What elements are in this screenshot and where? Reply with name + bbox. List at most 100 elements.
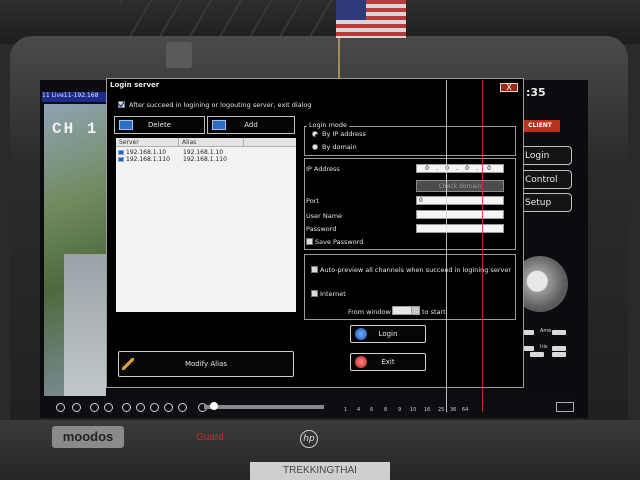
internet-checkbox[interactable] — [311, 290, 318, 297]
ip-segment: 0 — [442, 165, 452, 172]
delete-button[interactable]: Delete — [114, 116, 205, 134]
ptz-label-iris: Iris — [540, 344, 548, 350]
column-divider[interactable] — [178, 138, 179, 147]
by-ip-radio[interactable] — [312, 131, 318, 137]
exit-label: Exit — [381, 358, 395, 366]
exit-button[interactable]: Exit — [350, 353, 426, 371]
ip-segment: 0 — [465, 165, 469, 172]
login-icon — [355, 328, 367, 340]
exit-icon — [355, 356, 367, 368]
ip-address-label: IP Address — [306, 165, 340, 173]
ptz-key[interactable] — [530, 352, 544, 357]
server-icon — [118, 157, 124, 162]
flag-decoration — [336, 0, 406, 38]
column-header-server[interactable]: Server — [119, 139, 139, 146]
side-setup-button[interactable]: Setup — [520, 193, 572, 212]
brand-logo: moodos — [52, 426, 124, 448]
pause-icon[interactable] — [72, 403, 81, 412]
pencil-icon — [122, 358, 134, 370]
ip-segment: 0 — [425, 165, 429, 172]
layout-10[interactable]: 10 — [410, 407, 416, 413]
ip-dot: . — [436, 165, 438, 172]
fullscreen-icon[interactable] — [178, 403, 187, 412]
record-icon[interactable] — [104, 403, 113, 412]
username-input[interactable] — [416, 210, 504, 219]
column-header-alias[interactable]: Alias — [182, 139, 196, 146]
modify-alias-label: Modify Alias — [184, 360, 228, 368]
ptz-key[interactable] — [552, 346, 566, 351]
from-window-label: From window — [348, 308, 391, 316]
add-button[interactable]: Add — [207, 116, 295, 134]
port-label: Port — [306, 197, 319, 205]
flag-pole — [338, 38, 340, 82]
screen-glare-line — [446, 80, 447, 412]
save-password-checkbox[interactable] — [306, 238, 313, 245]
server-list-header — [116, 138, 296, 147]
server-cell[interactable]: 192.168.1.10 — [126, 149, 166, 156]
alias-cell[interactable]: 192.168.1.10 — [183, 149, 223, 156]
snapshot-icon[interactable] — [150, 403, 159, 412]
alias-cell[interactable]: 192.168.1.110 — [183, 156, 227, 163]
exit-on-success-checkbox[interactable] — [118, 101, 125, 108]
by-domain-label: By domain — [322, 143, 357, 151]
layout-64[interactable]: 64 — [462, 407, 468, 413]
modify-alias-button[interactable]: Modify Alias — [118, 351, 294, 377]
ip-dot: . — [456, 165, 458, 172]
layout-1[interactable]: 1 — [344, 407, 347, 413]
server-cell[interactable]: 192.168.1.110 — [126, 156, 170, 163]
server-icon — [118, 150, 124, 155]
layout-16[interactable]: 16 — [424, 407, 430, 413]
camera-view[interactable] — [44, 104, 106, 396]
side-control-button[interactable]: Control — [520, 170, 572, 189]
ip-segment: 0 — [487, 165, 491, 172]
check-domain-button[interactable]: Check domain — [416, 180, 504, 192]
column-divider[interactable] — [243, 138, 244, 147]
ptz-key[interactable] — [552, 330, 566, 335]
channel-label: CH 1 — [52, 120, 99, 138]
layout-9[interactable]: 9 — [398, 407, 401, 413]
screen-glare-line — [482, 80, 483, 412]
save-password-label: Save Password — [315, 238, 364, 246]
login-button[interactable]: Login — [350, 325, 426, 343]
server-list[interactable] — [116, 138, 296, 312]
login-label: Login — [378, 330, 398, 338]
login-mode-title: Login mode — [307, 121, 350, 129]
layout-25[interactable]: 25 — [438, 407, 444, 413]
by-domain-radio[interactable] — [312, 144, 318, 150]
dialog-title: Login server — [110, 81, 160, 89]
layout-8[interactable]: 8 — [384, 407, 387, 413]
client-logo: CLIENT — [520, 120, 560, 132]
rewind-icon[interactable] — [122, 403, 131, 412]
stop-icon[interactable] — [90, 403, 99, 412]
window-toggle-icon[interactable] — [556, 402, 574, 412]
add-server-icon — [212, 120, 226, 130]
seek-bar[interactable] — [204, 405, 324, 409]
audio-icon[interactable] — [164, 403, 173, 412]
window-select[interactable] — [392, 306, 420, 315]
guard-logo: Guard — [196, 432, 224, 443]
layout-4[interactable]: 4 — [357, 407, 360, 413]
side-login-button[interactable]: Login — [520, 146, 572, 165]
delete-label: Delete — [148, 121, 171, 129]
password-input[interactable] — [416, 224, 504, 233]
ptz-label-ame: Ame — [540, 328, 552, 334]
auto-preview-checkbox[interactable] — [311, 266, 318, 273]
layout-6[interactable]: 6 — [370, 407, 373, 413]
clock-text: :35 — [526, 86, 546, 99]
layout-36[interactable]: 36 — [450, 407, 456, 413]
close-button[interactable]: X — [500, 83, 518, 92]
play-icon[interactable] — [56, 403, 65, 412]
password-label: Password — [306, 225, 337, 233]
by-ip-label: By IP address — [322, 130, 366, 138]
delete-server-icon — [119, 120, 133, 130]
forward-icon[interactable] — [136, 403, 145, 412]
to-start-label: to start — [422, 308, 446, 316]
ptz-key[interactable] — [552, 352, 566, 357]
seek-thumb[interactable] — [210, 402, 218, 410]
add-label: Add — [244, 121, 258, 129]
port-input[interactable]: 0 — [416, 196, 504, 205]
username-label: User Name — [306, 212, 343, 220]
exit-on-success-label: After succeed in logining or logouting s… — [129, 101, 312, 109]
check-icon — [118, 101, 125, 108]
sticker-label: TREKKINGTHAI — [250, 462, 390, 480]
